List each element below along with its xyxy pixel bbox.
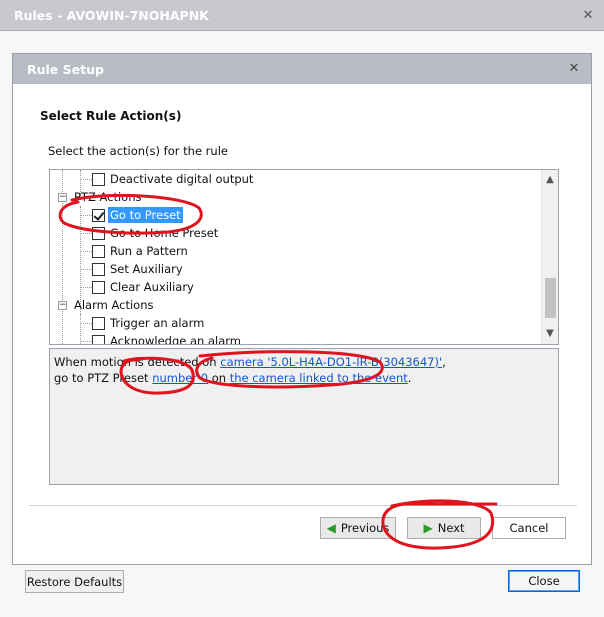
tree-item[interactable]: Trigger an alarm <box>92 314 206 332</box>
instruction-text: Select the action(s) for the rule <box>48 144 228 158</box>
window-titlebar: Rules - AVOWIN-7NOHAPNK ✕ <box>0 0 604 31</box>
arrow-left-icon: ◀ <box>326 521 336 535</box>
tree-group[interactable]: PTZ Actions <box>72 188 144 206</box>
divider <box>29 505 577 506</box>
tree-line <box>80 287 92 288</box>
action-checkbox[interactable] <box>92 208 105 222</box>
dialog-titlebar: Rule Setup ✕ <box>13 54 591 84</box>
tree-line <box>80 233 92 234</box>
tree-line <box>80 215 92 216</box>
tree-line <box>80 341 92 342</box>
tree-line <box>80 269 92 270</box>
close-button[interactable]: Close <box>508 570 580 592</box>
tree-item-label: Trigger an alarm <box>110 316 205 330</box>
arrow-right-icon: ▶ <box>423 521 433 535</box>
linked-camera-link[interactable]: the camera linked to the event <box>230 371 408 385</box>
dialog-close-icon[interactable]: ✕ <box>566 61 582 77</box>
rule-description: When motion is detected on camera '5.0L-… <box>49 348 559 485</box>
camera-link[interactable]: camera '5.0L-H4A-DO1-IR-B(3043647)' <box>220 355 442 369</box>
restore-defaults-label: Restore Defaults <box>26 574 123 589</box>
preset-number-link[interactable]: number 0 <box>152 371 208 385</box>
restore-defaults-button[interactable]: Restore Defaults <box>25 570 124 593</box>
next-button[interactable]: ▶ Next <box>407 517 481 539</box>
tree-group-label: Alarm Actions <box>74 298 154 312</box>
collapse-icon[interactable]: − <box>58 193 67 202</box>
cancel-label: Cancel <box>509 521 549 535</box>
tree-item-label: Set Auxiliary <box>110 262 183 276</box>
rule-setup-dialog: Rule Setup ✕ Select Rule Action(s) Selec… <box>12 53 592 565</box>
close-label: Close <box>528 574 560 588</box>
tree-scrollbar[interactable]: ▲ ▼ <box>541 170 558 344</box>
tree-item[interactable]: Acknowledge an alarm <box>92 332 243 345</box>
window-close-icon[interactable]: ✕ <box>580 8 596 24</box>
action-checkbox[interactable] <box>92 334 105 344</box>
tree-item-label: Deactivate digital output <box>110 172 254 186</box>
action-checkbox[interactable] <box>92 280 105 294</box>
tree-item-label: Acknowledge an alarm <box>110 334 241 345</box>
action-checkbox[interactable] <box>92 316 105 330</box>
tree-item[interactable]: Clear Auxiliary <box>92 278 196 296</box>
description-text: on <box>208 371 230 385</box>
previous-button[interactable]: ◀ Previous <box>320 517 396 539</box>
tree-item-label: Clear Auxiliary <box>110 280 194 294</box>
window-title: Rules - AVOWIN-7NOHAPNK <box>14 8 209 23</box>
collapse-icon[interactable]: − <box>58 301 67 310</box>
tree-item-label: Go to Preset <box>108 207 183 223</box>
tree-line <box>80 323 92 324</box>
rule-actions-tree[interactable]: Deactivate digital output − PTZ Actions … <box>49 169 559 345</box>
next-label: Next <box>437 521 465 535</box>
previous-label: Previous <box>340 521 390 535</box>
tree-item-label: Run a Pattern <box>110 244 188 258</box>
tree-line <box>80 179 92 180</box>
dialog-title: Rule Setup <box>27 62 104 77</box>
scroll-down-icon[interactable]: ▼ <box>542 326 558 342</box>
tree-item[interactable]: Run a Pattern <box>92 242 190 260</box>
description-text: go to PTZ Preset <box>54 371 153 385</box>
description-text: When motion is detected on <box>54 355 221 369</box>
tree-item[interactable]: Set Auxiliary <box>92 260 185 278</box>
cancel-button[interactable]: Cancel <box>492 517 566 539</box>
action-checkbox[interactable] <box>92 244 105 258</box>
tree-item-label: Go to Home Preset <box>110 226 219 240</box>
tree-line <box>80 314 81 344</box>
action-checkbox[interactable] <box>92 226 105 240</box>
section-title: Select Rule Action(s) <box>40 109 182 123</box>
action-checkbox[interactable] <box>92 262 105 276</box>
action-checkbox[interactable] <box>92 172 105 186</box>
scroll-thumb[interactable] <box>545 278 556 318</box>
scroll-up-icon[interactable]: ▲ <box>542 172 558 188</box>
tree-line <box>80 251 92 252</box>
description-text: , <box>442 355 446 369</box>
tree-item[interactable]: Go to Preset <box>92 206 183 224</box>
tree-group[interactable]: Alarm Actions <box>72 296 156 314</box>
tree-group-label: PTZ Actions <box>74 190 142 204</box>
tree-item[interactable]: Deactivate digital output <box>92 170 255 188</box>
tree-item[interactable]: Go to Home Preset <box>92 224 220 242</box>
description-text: . <box>407 371 412 385</box>
